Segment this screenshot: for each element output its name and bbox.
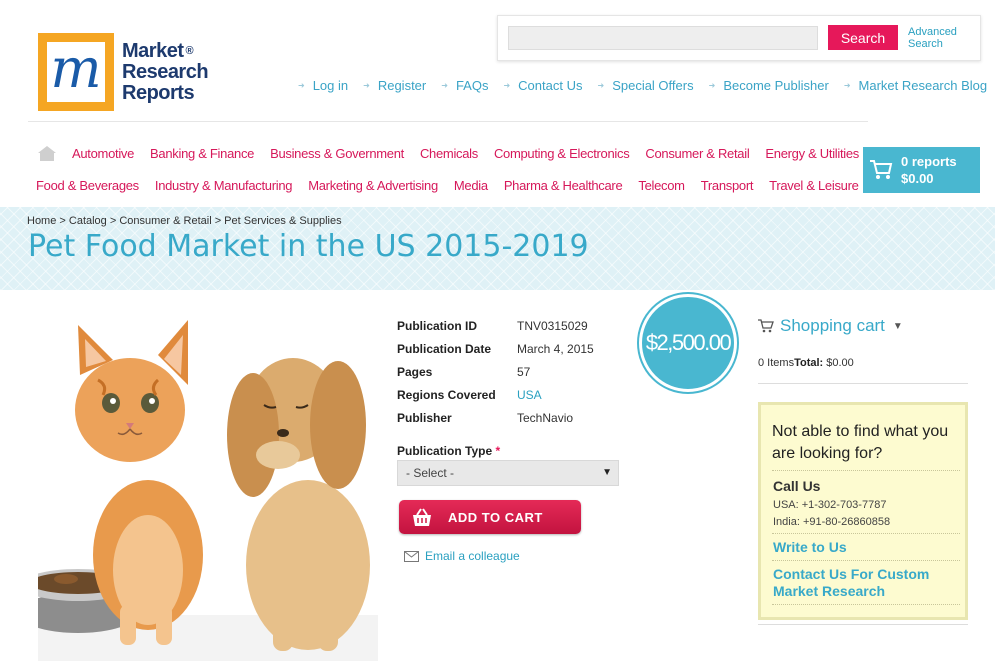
shopping-cart-heading[interactable]: Shopping cart ▼: [758, 316, 903, 336]
search-input[interactable]: [508, 26, 818, 50]
nav-business-government[interactable]: Business & Government: [270, 146, 404, 161]
basket-icon: [413, 508, 431, 526]
chevron-down-icon[interactable]: ▼: [893, 321, 903, 332]
nav-food-beverages[interactable]: Food & Beverages: [36, 178, 139, 193]
help-divider: [772, 533, 960, 534]
help-question: Not able to find what you are looking fo…: [772, 423, 949, 462]
detail-row-publisher: Publisher TechNavio: [397, 410, 574, 425]
arrow-icon: ➜: [843, 81, 851, 90]
detail-row-regions: Regions Covered USA: [397, 387, 542, 402]
help-box: Not able to find what you are looking fo…: [758, 402, 968, 620]
advanced-search-link[interactable]: Advanced Search: [908, 26, 968, 50]
contact-custom-research-link[interactable]: Contact Us For Custom Market Research: [773, 566, 963, 600]
nav-automotive[interactable]: Automotive: [72, 146, 134, 161]
phone-usa: USA: +1-302-703-7787: [773, 499, 887, 511]
nav-telecom[interactable]: Telecom: [638, 178, 685, 193]
call-us-heading: Call Us: [773, 478, 821, 494]
publication-type-select[interactable]: - Select - ▼: [397, 460, 619, 486]
help-divider: [772, 604, 960, 605]
sidebar-divider: [758, 624, 968, 625]
sidebar-divider: [758, 383, 968, 384]
shopping-cart-summary: 0 ItemsTotal: $0.00: [758, 357, 854, 369]
page-title: Pet Food Market in the US 2015-2019: [28, 229, 589, 264]
page: m Market ® Research Reports Search Advanc…: [0, 0, 995, 661]
top-link-contact[interactable]: ➜ Contact Us: [503, 78, 582, 93]
detail-row-publication-date: Publication Date March 4, 2015: [397, 341, 594, 356]
top-link-become-publisher[interactable]: ➜ Become Publisher: [709, 78, 829, 93]
detail-row-pages: Pages 57: [397, 364, 531, 379]
top-links: ➜ Log in ➜ Register ➜ FAQs ➜ Contact Us ➜ Spe…: [298, 78, 987, 93]
search-button[interactable]: Search: [828, 25, 898, 50]
top-link-register[interactable]: ➜ Register: [363, 78, 426, 93]
top-link-blog[interactable]: ➜ Market Research Blog: [844, 78, 987, 93]
nav-pharma-healthcare[interactable]: Pharma & Healthcare: [504, 178, 623, 193]
cart-total: $0.00: [901, 171, 934, 186]
home-icon[interactable]: [38, 146, 56, 161]
logo-wordmark: Market ® Research Reports: [122, 39, 209, 104]
category-nav-row-2: Food & Beverages Industry & Manufacturin…: [36, 178, 875, 193]
add-to-cart-button[interactable]: ADD TO CART: [399, 500, 581, 534]
nav-consumer-retail[interactable]: Consumer & Retail: [645, 146, 749, 161]
arrow-icon: ➜: [708, 81, 716, 90]
arrow-icon: ➜: [363, 81, 370, 90]
dropdown-arrow-icon: ▼: [602, 467, 612, 478]
publication-details: Publication ID TNV0315029 Publication Dat…: [397, 314, 594, 429]
cart-icon: [758, 319, 774, 333]
detail-row-publication-id: Publication ID TNV0315029: [397, 318, 588, 333]
logo-mark: m: [38, 33, 114, 111]
nav-marketing-advertising[interactable]: Marketing & Advertising: [308, 178, 438, 193]
arrow-icon: ➜: [298, 81, 305, 90]
nav-banking-finance[interactable]: Banking & Finance: [150, 146, 254, 161]
help-divider: [772, 560, 960, 561]
header-divider: [28, 121, 868, 122]
breadcrumb[interactable]: Home > Catalog > Consumer & Retail > Pet…: [27, 215, 342, 227]
arrow-icon: ➜: [597, 81, 605, 90]
top-link-special-offers[interactable]: ➜ Special Offers: [597, 78, 693, 93]
header-cart-button[interactable]: 0 reports $0.00: [863, 147, 980, 193]
envelope-icon: [404, 550, 419, 562]
top-link-login[interactable]: ➜ Log in: [298, 78, 348, 93]
write-to-us-link[interactable]: Write to Us: [773, 539, 847, 556]
site-logo[interactable]: m Market ® Research Reports: [38, 33, 209, 111]
nav-transport[interactable]: Transport: [701, 178, 754, 193]
email-colleague-link[interactable]: Email a colleague: [404, 549, 520, 563]
product-image: [38, 315, 378, 661]
nav-energy-utilities[interactable]: Energy & Utilities: [765, 146, 859, 161]
nav-media[interactable]: Media: [454, 178, 488, 193]
nav-chemicals[interactable]: Chemicals: [420, 146, 478, 161]
region-link[interactable]: USA: [517, 388, 542, 402]
publication-type-label: Publication Type *: [397, 444, 501, 458]
category-nav-row-1: Automotive Banking & Finance Business & …: [72, 146, 875, 161]
help-divider: [772, 470, 960, 471]
top-link-faqs[interactable]: ➜ FAQs: [441, 78, 488, 93]
cart-report-count: 0 reports: [901, 154, 957, 169]
arrow-icon: ➜: [441, 81, 448, 90]
title-banner: Home > Catalog > Consumer & Retail > Pet…: [0, 207, 995, 290]
nav-industry-manufacturing[interactable]: Industry & Manufacturing: [155, 178, 293, 193]
price-badge: $2,500.00: [639, 294, 737, 392]
cart-icon: [870, 160, 893, 179]
search-panel: Search Advanced Search: [497, 15, 981, 61]
nav-travel-leisure[interactable]: Travel & Leisure: [769, 178, 859, 193]
arrow-icon: ➜: [503, 81, 511, 90]
nav-computing-electronics[interactable]: Computing & Electronics: [494, 146, 630, 161]
phone-india: India: +91-80-26860858: [773, 516, 891, 528]
